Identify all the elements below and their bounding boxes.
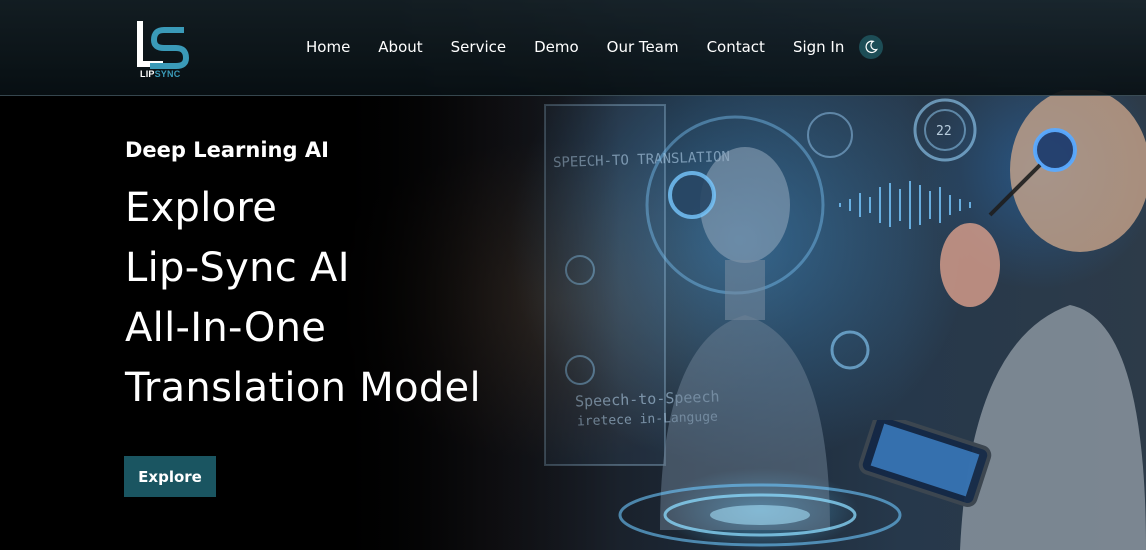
nav-link-sign-in[interactable]: Sign In xyxy=(793,37,844,57)
explore-button[interactable]: Explore xyxy=(124,456,216,497)
top-navbar: LIPSYNC Home About Service Demo Our Team… xyxy=(0,0,1146,96)
hero-headline-line: Explore xyxy=(125,185,278,231)
nav-link-our-team[interactable]: Our Team xyxy=(607,37,679,57)
brand-wordmark[interactable]: LIPSYNC xyxy=(140,69,180,79)
theme-toggle-button[interactable] xyxy=(859,35,883,59)
hero-headline-line: All-In-One xyxy=(125,305,327,351)
nav-link-home[interactable]: Home xyxy=(306,37,350,57)
nav-link-demo[interactable]: Demo xyxy=(534,37,579,57)
nav-link-contact[interactable]: Contact xyxy=(707,37,765,57)
hero-headline-line: Lip-Sync AI xyxy=(125,245,350,291)
nav-link-about[interactable]: About xyxy=(378,37,422,57)
main-navigation: Home About Service Demo Our Team Contact… xyxy=(306,37,872,57)
nav-link-service[interactable]: Service xyxy=(451,37,506,57)
hero-kicker: Deep Learning AI xyxy=(125,138,329,162)
brand-wordmark-prefix: LIP xyxy=(140,69,155,79)
brand-wordmark-accent: SYNC xyxy=(154,69,181,79)
moon-icon xyxy=(865,40,878,54)
hero-headline: Explore Lip-Sync AI All-In-One Translati… xyxy=(125,178,481,418)
hero-headline-line: Translation Model xyxy=(125,365,481,411)
